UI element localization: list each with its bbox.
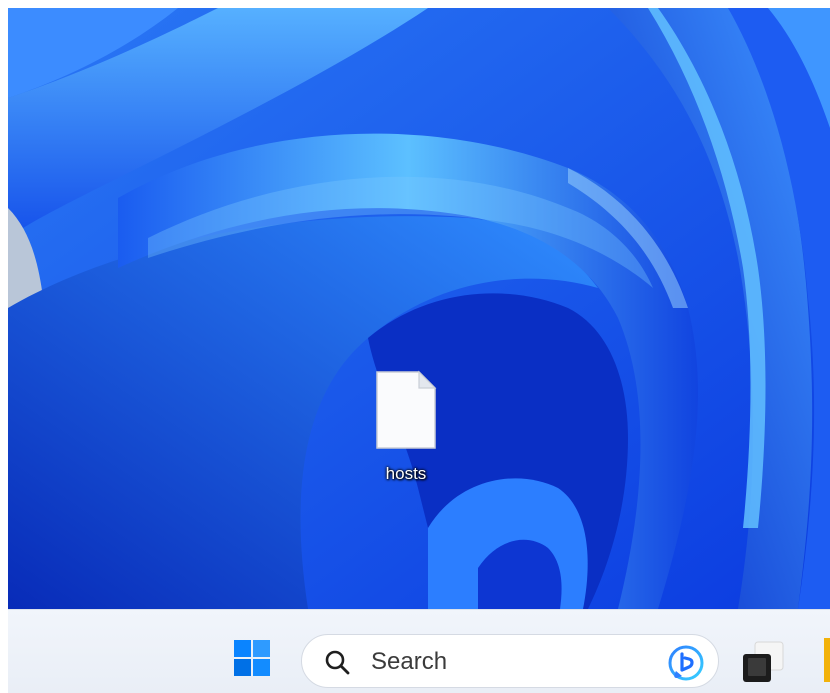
task-view-icon: [743, 641, 784, 682]
wallpaper-bloom: [8, 8, 830, 609]
desktop-icon-hosts[interactable]: hosts: [364, 364, 448, 494]
desktop-icon-label: hosts: [385, 464, 427, 483]
bing-icon[interactable]: [668, 645, 704, 681]
start-button[interactable]: [227, 633, 277, 683]
blank-file-icon: [376, 370, 437, 449]
taskbar-search-box[interactable]: Search: [301, 634, 719, 688]
taskbar: Search: [8, 609, 830, 693]
task-view-button[interactable]: [739, 636, 789, 686]
screen: hosts Search: [8, 8, 830, 693]
windows-start-icon: [234, 640, 270, 676]
search-placeholder: Search: [371, 648, 448, 675]
search-icon: [325, 650, 350, 675]
file-explorer-icon[interactable]: [824, 638, 830, 682]
desktop[interactable]: hosts: [8, 8, 830, 609]
